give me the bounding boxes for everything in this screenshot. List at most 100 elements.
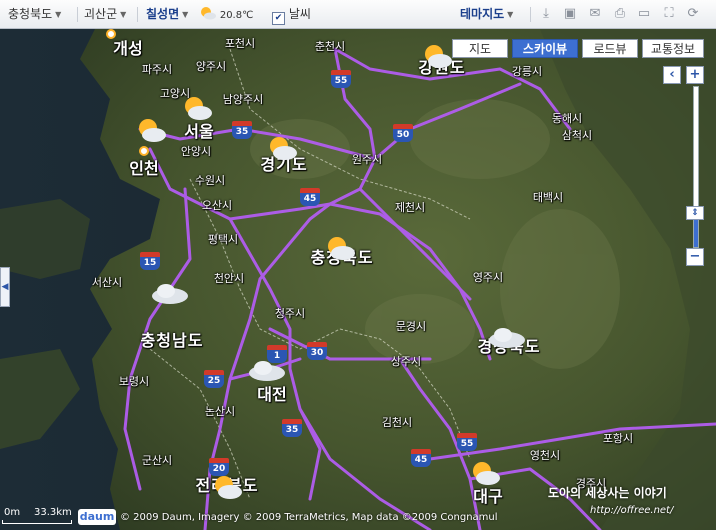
province-select[interactable]: 충청북도 ▼ — [8, 6, 61, 23]
city-label: 서산시 — [91, 276, 123, 289]
partly-cloudy-icon — [473, 462, 500, 485]
partly-cloudy-icon — [425, 45, 452, 68]
highway-shield: 25 — [204, 370, 224, 388]
city-label: 원주시 — [351, 153, 383, 166]
highway-shield: 30 — [307, 342, 327, 360]
county-select[interactable]: 괴산군 ▼ — [84, 6, 126, 23]
highway-shield: 35 — [232, 121, 252, 139]
city-label: 양주시 — [195, 60, 227, 73]
city-label: 오산시 — [201, 199, 233, 212]
download-icon[interactable]: ⤓ — [538, 6, 554, 22]
city-label: 천안시 — [213, 272, 245, 285]
partly-cloudy-icon — [328, 237, 355, 260]
scale-end-label: 33.3km — [34, 507, 72, 518]
town-label: 칠성면 — [146, 7, 180, 21]
map-toolbar: 충청북도 ▼ 괴산군 ▼ 칠성면 ▼ 20.8℃ ✔ 날씨 테마지도 ▼ ⤓ ▣ ✉ ⎙… — [0, 0, 716, 29]
blog-watermark-title: 도아의 세상사는 이야기 — [548, 486, 667, 500]
pan-left-button[interactable]: ‹ — [663, 66, 681, 84]
zoom-slider-handle[interactable]: ⇕ — [686, 206, 704, 220]
partly-cloudy-icon — [215, 476, 242, 499]
city-marker[interactable] — [139, 146, 149, 156]
city-label: 태백시 — [532, 191, 564, 204]
highway-shield: 45 — [300, 188, 320, 206]
zoom-out-button[interactable]: − — [686, 248, 704, 266]
divider — [77, 7, 78, 22]
city-label: 남양주시 — [222, 93, 264, 106]
city-label: 수원시 — [194, 174, 226, 187]
city-label: 군산시 — [141, 454, 173, 467]
scale-bar: 0m 33.3km — [0, 507, 80, 527]
view-roadview-button[interactable]: 로드뷰 — [582, 39, 638, 58]
city-label-daegu: 대구 — [473, 487, 503, 506]
highway-shield: 45 — [411, 449, 431, 467]
highway-shield: 50 — [393, 124, 413, 142]
city-label: 영천시 — [529, 449, 561, 462]
ruler-icon[interactable]: ▭ — [636, 6, 652, 22]
city-label: 상주시 — [390, 355, 422, 368]
partly-cloudy-icon — [201, 7, 216, 20]
scale-line — [2, 520, 72, 524]
city-label: 포천시 — [224, 37, 256, 50]
view-map-button[interactable]: 지도 — [452, 39, 508, 58]
city-label: 동해시 — [551, 112, 583, 125]
cloudy-icon — [152, 284, 188, 304]
side-panel-toggle[interactable]: ◀ — [0, 267, 10, 307]
weather-checkbox[interactable]: ✔ — [272, 12, 285, 25]
city-label-seoul: 서울 — [184, 122, 214, 141]
mail-icon[interactable]: ✉ — [587, 6, 603, 22]
weather-summary: 20.8℃ — [199, 6, 253, 23]
city-label: 안양시 — [180, 145, 212, 158]
chevron-down-icon: ▼ — [120, 10, 127, 19]
city-label: 청주시 — [274, 307, 306, 320]
cloudy-icon — [249, 361, 285, 381]
skyview-map[interactable]: 강원도 경기도 충청북도 충청남도 경상북도 전라북도 서울 인천 대전 대구 … — [0, 29, 716, 530]
city-label: 포항시 — [602, 432, 634, 445]
view-skyview-button[interactable]: 스카이뷰 — [512, 39, 578, 58]
highway-shield: 35 — [282, 419, 302, 437]
city-label: 춘천시 — [314, 40, 346, 53]
city-label: 강릉시 — [511, 65, 543, 78]
daum-logo[interactable]: daum — [78, 509, 116, 525]
city-label: 문경시 — [395, 320, 427, 333]
partly-cloudy-icon — [270, 137, 297, 160]
theme-map-label: 테마지도 — [460, 7, 505, 21]
city-label-daejeon: 대전 — [257, 385, 287, 404]
map-credit: © 2009 Daum, Imagery © 2009 TerraMetrics… — [120, 512, 498, 523]
highway-shield: 15 — [140, 252, 160, 270]
city-label: 평택시 — [207, 233, 239, 246]
region-label-chungnam: 충청남도 — [140, 331, 204, 350]
cloudy-icon — [489, 328, 525, 348]
partly-cloudy-icon — [185, 97, 212, 120]
theme-map-select[interactable]: 테마지도 ▼ — [460, 6, 513, 23]
city-label: 파주시 — [141, 63, 173, 76]
temperature-value: 20.8℃ — [219, 10, 254, 21]
city-label: 제천시 — [394, 201, 426, 214]
chevron-down-icon: ▼ — [182, 10, 189, 19]
divider — [137, 7, 138, 22]
chevron-down-icon: ▼ — [55, 10, 62, 19]
partly-cloudy-icon — [139, 119, 166, 142]
refresh-icon[interactable]: ⟳ — [685, 6, 701, 22]
city-label: 삼척시 — [561, 129, 593, 142]
fullscreen-icon[interactable]: ⛶ — [661, 6, 677, 22]
weather-checkbox-label: 날씨 — [288, 7, 311, 21]
zoom-in-button[interactable]: + — [686, 66, 704, 84]
city-label-incheon: 인천 — [129, 159, 159, 178]
city-label: 김천시 — [381, 416, 413, 429]
print-icon[interactable]: ⎙ — [612, 6, 628, 22]
town-select[interactable]: 칠성면 ▼ — [146, 6, 188, 23]
highway-shield: 55 — [331, 70, 351, 88]
scale-start-label: 0m — [4, 507, 21, 518]
view-traffic-button[interactable]: 교통정보 — [642, 39, 704, 58]
highway-shield: 55 — [457, 433, 477, 451]
city-label: 논산시 — [204, 405, 236, 418]
province-label: 충청북도 — [8, 7, 53, 21]
chevron-down-icon: ▼ — [507, 10, 514, 19]
zoom-slider-track[interactable] — [693, 86, 699, 248]
weather-toggle[interactable]: ✔ 날씨 — [272, 6, 311, 25]
city-label-kaesong: 개성 — [113, 39, 143, 58]
divider — [530, 7, 531, 22]
save-icon[interactable]: ▣ — [562, 6, 578, 22]
county-label: 괴산군 — [84, 7, 118, 21]
blog-watermark-url: http://offree.net/ — [590, 505, 674, 516]
